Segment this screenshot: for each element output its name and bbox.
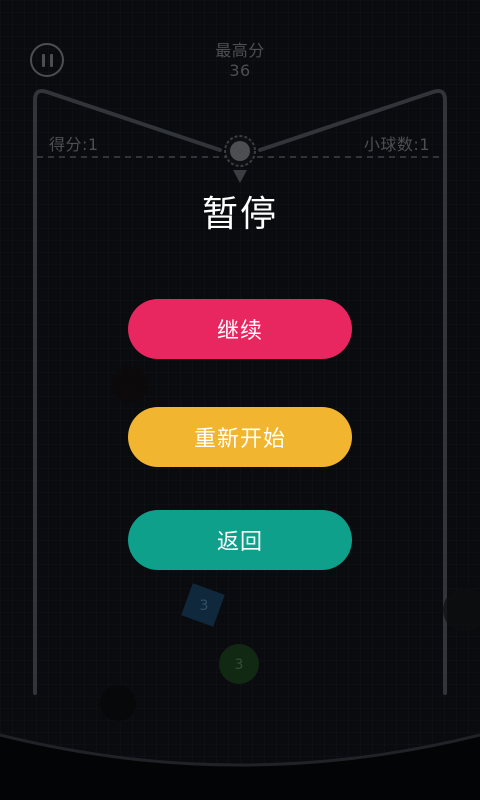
pause-title: 暂停 [201, 194, 278, 235]
back-button[interactable]: 返回 [128, 510, 352, 570]
game-screen: 3 3 最高分 36 得分:1 小球数:1 暂停 继续 重新开始 返回 [0, 0, 480, 800]
restart-button[interactable]: 重新开始 [128, 407, 352, 467]
resume-button[interactable]: 继续 [128, 299, 352, 359]
pause-overlay: 暂停 继续 重新开始 返回 [0, 0, 480, 800]
